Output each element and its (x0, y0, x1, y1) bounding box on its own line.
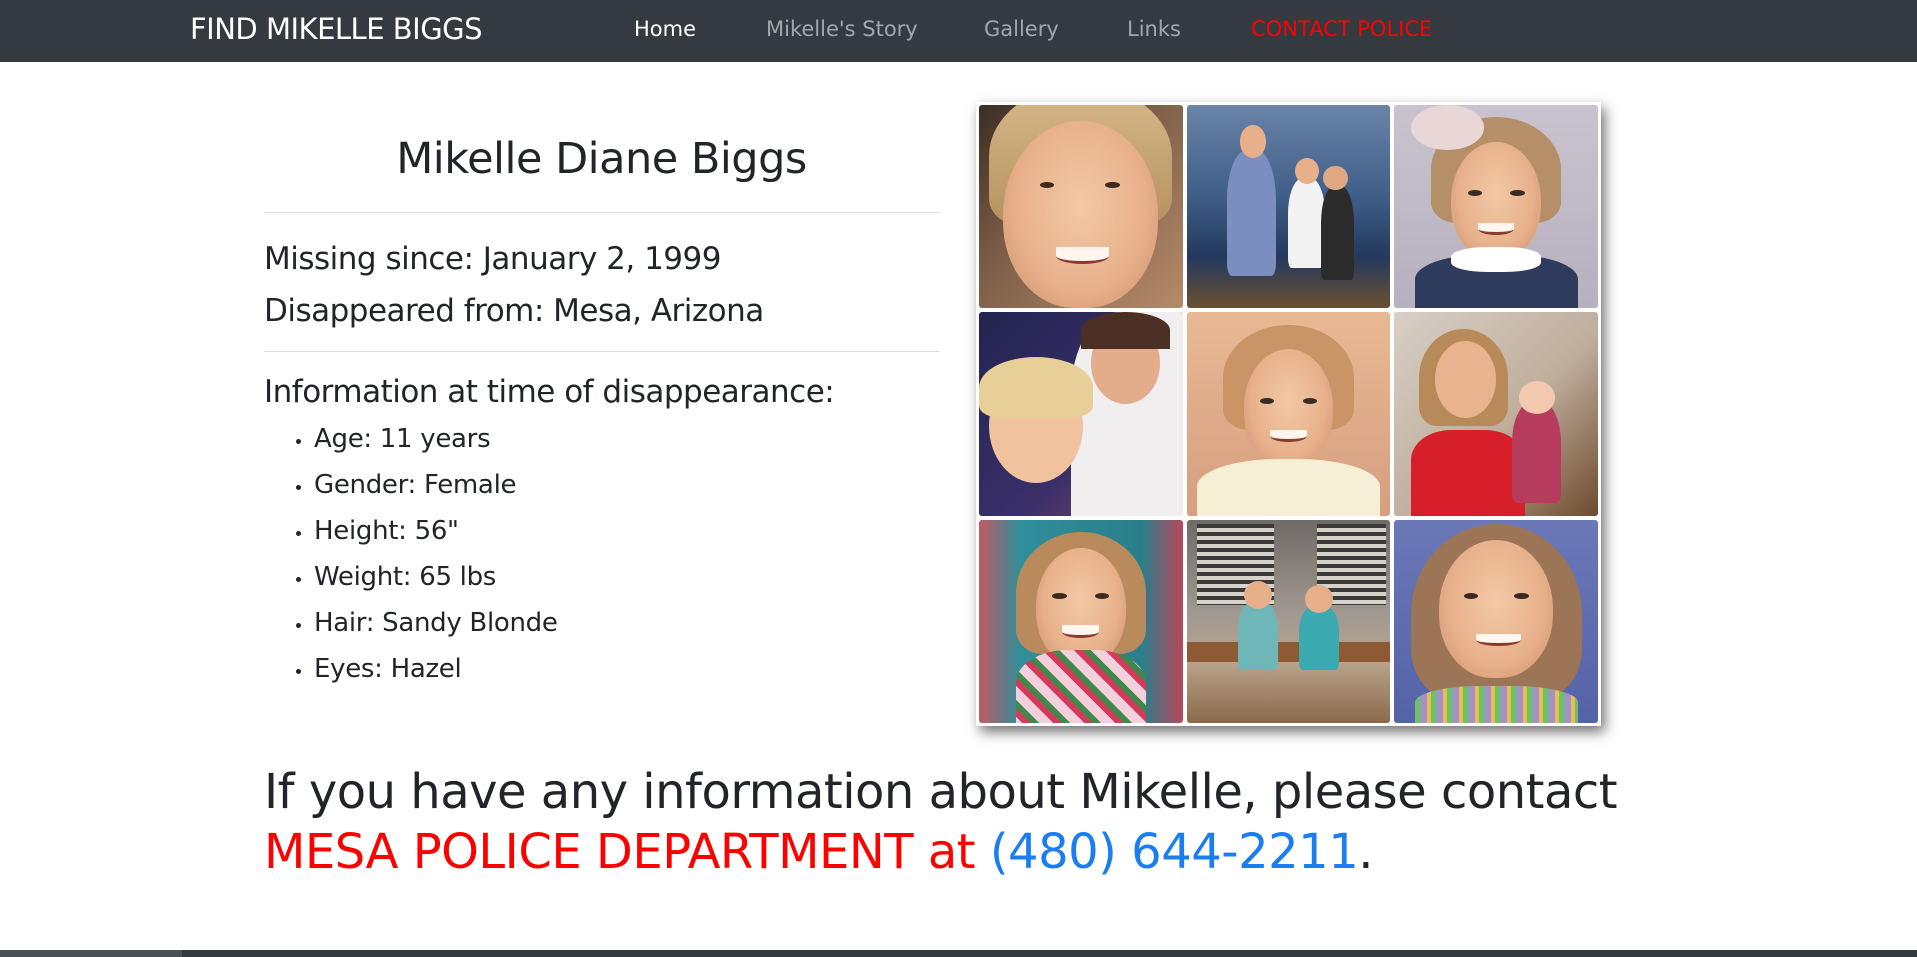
contact-agency: MESA POLICE DEPARTMENT at (264, 824, 976, 880)
profile-info: Mikelle Diane Biggs Missing since: Janua… (264, 100, 939, 692)
contact-callout: If you have any information about Mikell… (264, 762, 1664, 882)
detail-weight: Weight: 65 lbs (294, 554, 939, 600)
nav-mikelles-story[interactable]: Mikelle's Story (766, 0, 918, 62)
photo-floral-dress[interactable] (979, 519, 1183, 723)
detail-height: Height: 56" (294, 508, 939, 554)
nav-gallery[interactable]: Gallery (984, 0, 1059, 62)
photo-with-doll[interactable] (1394, 312, 1598, 516)
profile-name: Mikelle Diane Biggs (396, 134, 807, 184)
bottom-strip-highlight (0, 950, 182, 957)
photo-porch-swing[interactable] (1186, 519, 1391, 723)
bottom-strip (0, 950, 1917, 957)
photo-two-sisters[interactable] (979, 312, 1183, 516)
contact-phone-link[interactable]: (480) 644-2211 (990, 824, 1359, 880)
missing-facts: Missing since: January 2, 1999 Disappear… (264, 213, 939, 351)
detail-hair: Hair: Sandy Blonde (294, 600, 939, 646)
detail-gender: Gender: Female (294, 462, 939, 508)
disappeared-from: Disappeared from: Mesa, Arizona (264, 293, 764, 329)
nav-contact-police[interactable]: CONTACT POLICE (1251, 0, 1432, 62)
detail-age: Age: 11 years (294, 416, 939, 462)
photo-collage (976, 102, 1601, 726)
details-list: Age: 11 years Gender: Female Height: 56"… (264, 416, 939, 692)
nav-links[interactable]: Links (1127, 0, 1181, 62)
divider (264, 351, 939, 352)
info-heading: Information at time of disappearance: (264, 374, 835, 410)
top-navbar: FIND MIKELLE BIGGS Home Mikelle's Story … (0, 0, 1917, 62)
photo-school-portrait-peach[interactable] (1186, 312, 1391, 516)
contact-end-period: . (1358, 824, 1374, 880)
photo-siblings-by-water[interactable] (1186, 105, 1391, 309)
detail-eyes: Eyes: Hazel (294, 646, 939, 692)
missing-since: Missing since: January 2, 1999 (264, 241, 721, 277)
nav-home[interactable]: Home (634, 0, 696, 62)
photo-blue-background-portrait[interactable] (1394, 519, 1598, 723)
contact-intro: If you have any information about Mikell… (264, 764, 1618, 820)
photo-closeup-portrait[interactable] (979, 105, 1183, 309)
photo-bow-portrait[interactable] (1394, 105, 1598, 309)
site-brand[interactable]: FIND MIKELLE BIGGS (190, 0, 483, 62)
